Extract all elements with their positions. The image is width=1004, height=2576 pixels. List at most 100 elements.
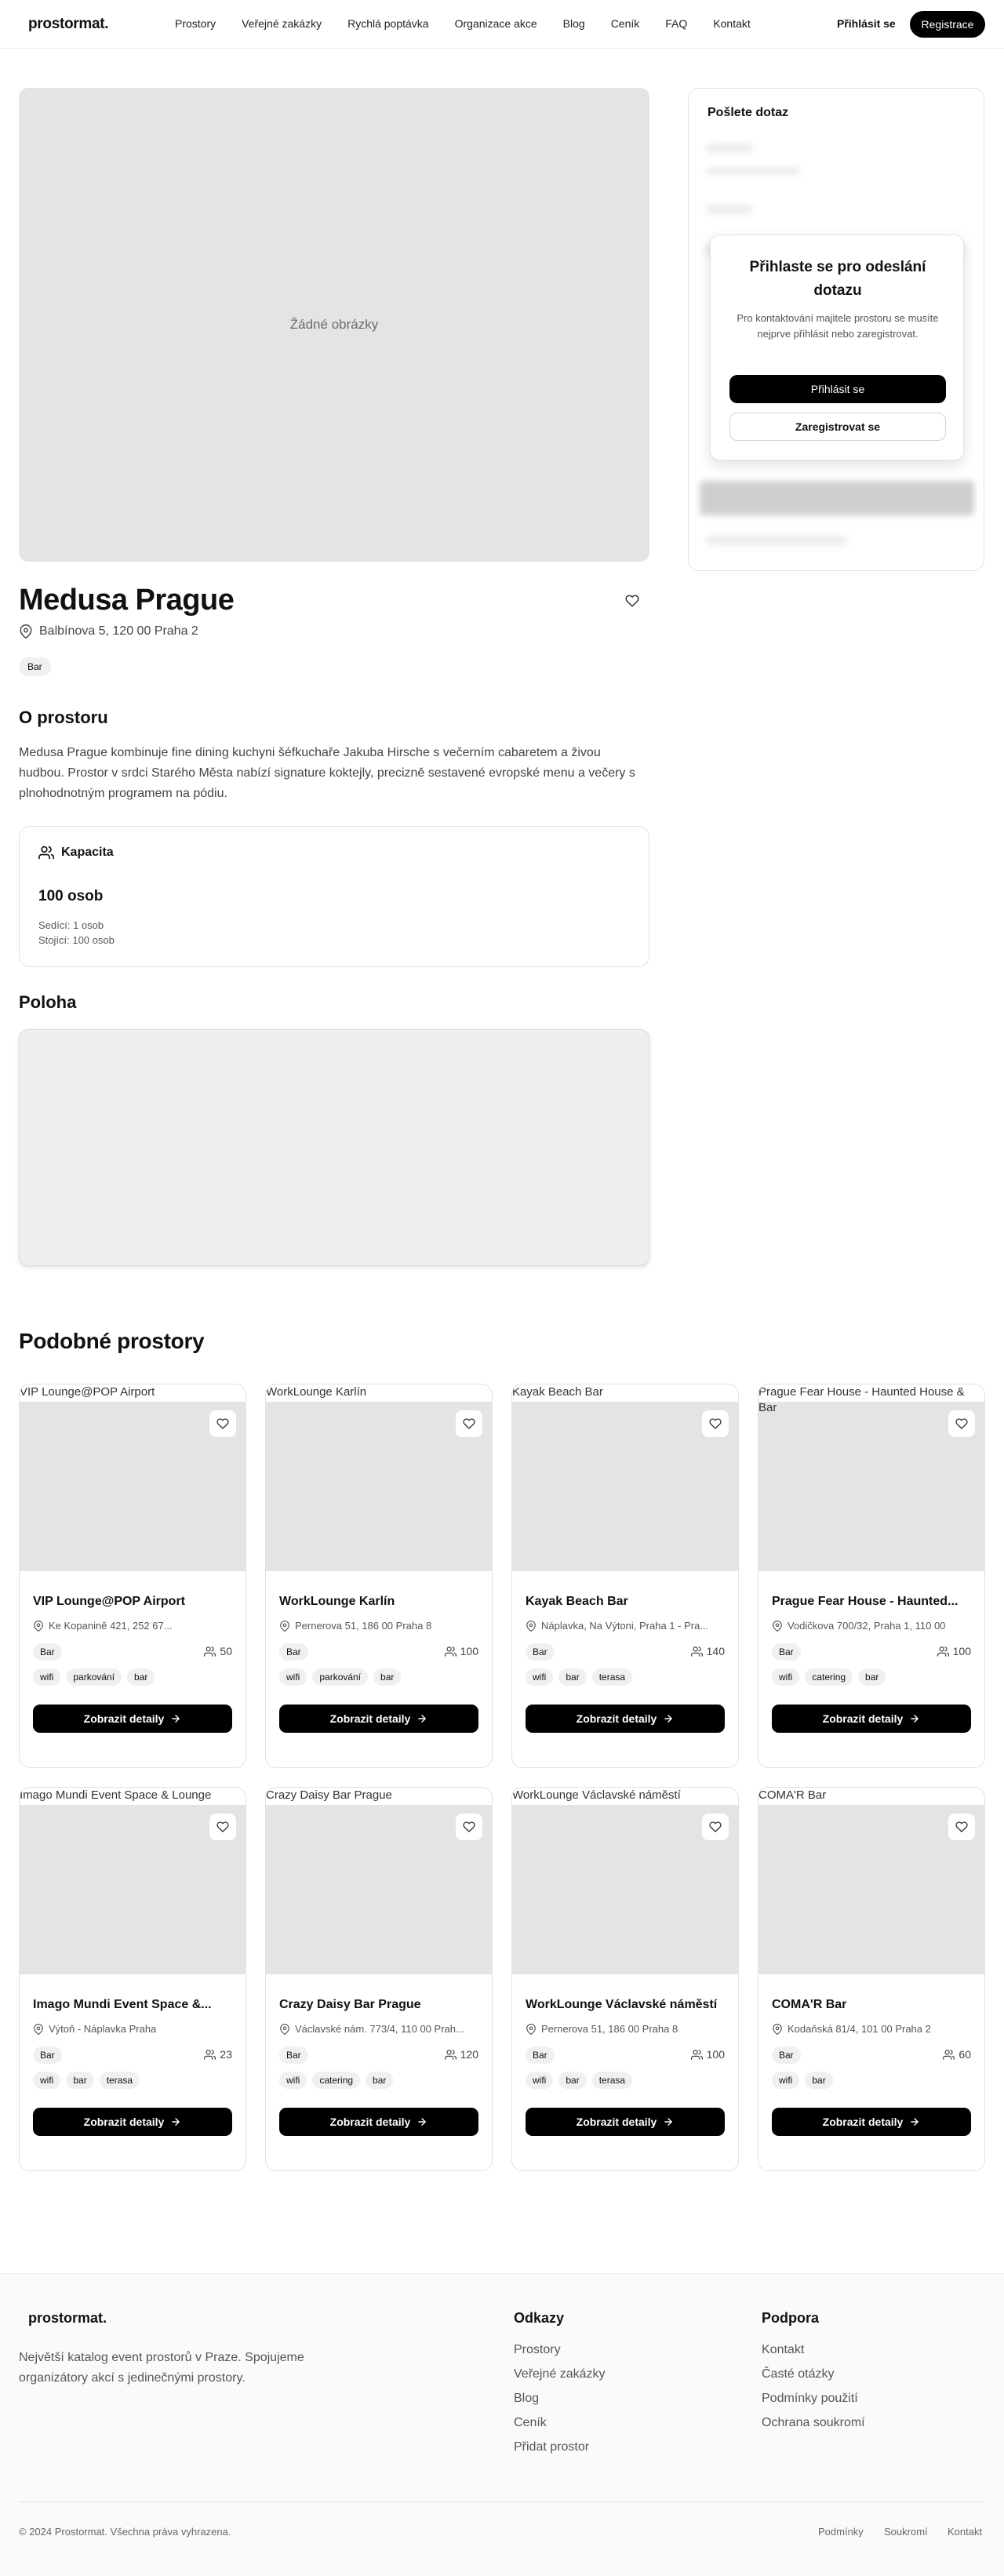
venue-card[interactable]: WorkLounge Karlín WorkLounge Karlín Perner… [265, 1384, 493, 1768]
venue-card[interactable]: Crazy Daisy Bar Prague Crazy Daisy Bar Pr… [265, 1787, 493, 2171]
nav-link-prostory[interactable]: Prostory [175, 17, 216, 30]
footer-link-prostory[interactable]: Prostory [514, 2343, 561, 2357]
location-map[interactable] [19, 1029, 649, 1266]
nav-link-faq[interactable]: FAQ [665, 17, 687, 30]
venue-card[interactable]: WorkLounge Václavské náměstí WorkLounge V… [511, 1787, 739, 2171]
map-pin-icon [773, 1620, 782, 1632]
venue-card-name[interactable]: VIP Lounge@POP Airport [33, 1595, 234, 1609]
footer-logo[interactable]: prostormat. [28, 2310, 107, 2327]
footer-link-podminky-pouziti[interactable]: Podmínky použití [762, 2392, 858, 2406]
blurred-form-label [706, 144, 753, 153]
nav-link-organizace-akce[interactable]: Organizace akce [455, 17, 537, 30]
venue-card-name[interactable]: Prague Fear House - Haunted... [772, 1595, 973, 1609]
venue-card-name[interactable]: COMA'R Bar [772, 1998, 973, 2012]
arrow-right-icon [418, 1715, 427, 1723]
card-favorite-button[interactable] [948, 1410, 975, 1437]
amenity-tag: catering [805, 1668, 853, 1686]
venue-card-address: Ke Kopanině 421, 252 67... [33, 1620, 234, 1632]
amenity-tag: wifi [526, 2072, 554, 2089]
show-details-label: Zobrazit detaily [83, 2116, 165, 2128]
venue-card-category: Bar [526, 1643, 555, 1661]
venue-card-capacity-value: 60 [959, 2048, 971, 2061]
show-details-button[interactable]: Zobrazit detaily [279, 2108, 478, 2136]
show-details-button[interactable]: Zobrazit detaily [279, 1705, 478, 1733]
header-login-link[interactable]: Přihlásit se [837, 17, 896, 30]
venue-card-name[interactable]: Crazy Daisy Bar Prague [279, 1998, 480, 2012]
show-details-button[interactable]: Zobrazit detaily [526, 2108, 725, 2136]
capacity-card: Kapacita 100 osob Sedící: 1 osob Stojící… [19, 826, 649, 967]
venue-card[interactable]: Prague Fear House - Haunted House & Bar P… [758, 1384, 985, 1768]
footer-bottom-link-podminky[interactable]: Podmínky [818, 2526, 864, 2538]
location-heading: Poloha [19, 992, 77, 1012]
site-logo[interactable]: prostormat. [28, 16, 109, 33]
modal-register-button[interactable]: Zaregistrovat se [729, 413, 946, 441]
card-favorite-button[interactable] [209, 1814, 236, 1840]
venue-card-name[interactable]: Kayak Beach Bar [526, 1595, 726, 1609]
users-icon [204, 1646, 216, 1657]
nav-link-blog[interactable]: Blog [563, 17, 585, 30]
amenity-tag: bar [366, 2072, 394, 2089]
favorite-button[interactable] [618, 587, 646, 615]
venue-card-address-text: Vodičkova 700/32, Praha 1, 110 00 [788, 1620, 946, 1632]
venue-card-capacity: 60 [943, 2048, 971, 2061]
modal-login-button[interactable]: Přihlásit se [729, 375, 946, 403]
card-favorite-button[interactable] [456, 1814, 482, 1840]
amenity-tag: wifi [772, 1668, 800, 1686]
footer-link-cenik[interactable]: Ceník [514, 2416, 547, 2430]
footer-link-kontakt[interactable]: Kontakt [762, 2343, 804, 2357]
footer-link-verejne-zakazky[interactable]: Veřejné zakázky [514, 2367, 606, 2381]
venue-card[interactable]: COMA'R Bar COMA'R Bar Kodaňská 81/4, 101 0… [758, 1787, 985, 2171]
arrow-right-icon [172, 2118, 180, 2126]
venue-card-name[interactable]: WorkLounge Václavské náměstí [526, 1998, 726, 2012]
footer-link-caste-otazky[interactable]: Časté otázky [762, 2367, 834, 2381]
show-details-label: Zobrazit detaily [822, 2116, 904, 2128]
venue-card-name[interactable]: WorkLounge Karlín [279, 1595, 480, 1609]
card-favorite-button[interactable] [702, 1410, 729, 1437]
arrow-right-icon [172, 1715, 180, 1723]
arrow-right-icon [664, 1715, 673, 1723]
nav-link-rychla-poptavka[interactable]: Rychlá poptávka [347, 17, 429, 30]
arrow-right-icon [418, 2118, 427, 2126]
heart-icon [955, 1821, 968, 1832]
footer-bottom-link-kontakt[interactable]: Kontakt [948, 2526, 982, 2538]
show-details-button[interactable]: Zobrazit detaily [772, 1705, 971, 1733]
nav-link-verejne-zakazky[interactable]: Veřejné zakázky [242, 17, 322, 30]
nav-link-cenik[interactable]: Ceník [611, 17, 640, 30]
amenity-tag: wifi [526, 1668, 554, 1686]
amenity-tag: bar [558, 1668, 587, 1686]
nav-link-kontakt[interactable]: Kontakt [713, 17, 750, 30]
capacity-heading: Kapacita [61, 846, 114, 859]
card-favorite-button[interactable] [209, 1410, 236, 1437]
card-favorite-button[interactable] [948, 1814, 975, 1840]
show-details-label: Zobrazit detaily [83, 1712, 165, 1725]
footer-link-blog[interactable]: Blog [514, 2392, 539, 2406]
venue-card-capacity: 140 [690, 1645, 725, 1657]
venue-card[interactable]: VIP Lounge@POP Airport VIP Lounge@POP Air… [19, 1384, 246, 1768]
modal-title: Přihlaste se pro odeslání dotazu [749, 259, 926, 299]
show-details-button[interactable]: Zobrazit detaily [33, 1705, 232, 1733]
venue-card-category: Bar [772, 2047, 801, 2064]
card-favorite-button[interactable] [702, 1814, 729, 1840]
show-details-button[interactable]: Zobrazit detaily [526, 1705, 725, 1733]
show-details-button[interactable]: Zobrazit detaily [772, 2108, 971, 2136]
venue-card[interactable]: Imago Mundi Event Space & Lounge Imago Mu… [19, 1787, 246, 2171]
heart-icon [709, 1821, 722, 1832]
modal-text: Pro kontaktování majitele prostoru se mu… [737, 312, 939, 340]
header-register-button[interactable]: Registrace [910, 11, 985, 38]
venue-card[interactable]: Kayak Beach Bar Kayak Beach Bar Náplavka, … [511, 1384, 739, 1768]
footer-link-pridat-prostor[interactable]: Přidat prostor [514, 2440, 589, 2454]
amenity-tag: bar [66, 2072, 94, 2089]
venue-category-badge: Bar [19, 657, 51, 676]
venue-card-address: Vodičkova 700/32, Praha 1, 110 00 [772, 1620, 973, 1632]
venue-card-capacity-value: 100 [952, 1645, 971, 1657]
show-details-button[interactable]: Zobrazit detaily [33, 2108, 232, 2136]
venue-card-tags: wifi bar terasa [526, 1668, 633, 1686]
card-favorite-button[interactable] [456, 1410, 482, 1437]
footer-link-ochrana-soukromi[interactable]: Ochrana soukromí [762, 2416, 865, 2430]
venue-card-address-text: Pernerova 51, 186 00 Praha 8 [541, 2023, 678, 2035]
footer-support-heading: Podpora [762, 2310, 820, 2326]
amenity-tag: wifi [33, 1668, 61, 1686]
venue-gallery: Žádné obrázky [19, 88, 649, 562]
footer-bottom-link-soukromi[interactable]: Soukromí [884, 2526, 928, 2538]
venue-card-name[interactable]: Imago Mundi Event Space &... [33, 1998, 234, 2012]
